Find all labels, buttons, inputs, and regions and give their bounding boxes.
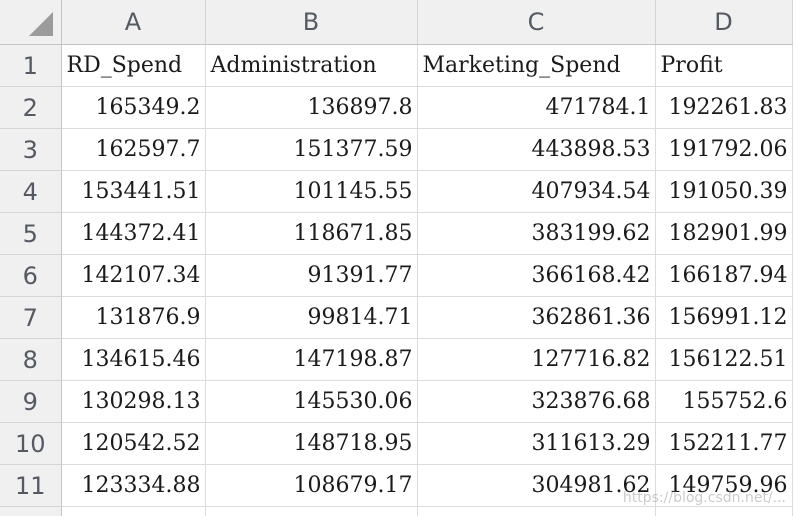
table-row: 2 165349.2 136897.8 471784.1 192261.83 xyxy=(0,86,793,129)
cell[interactable]: 407934.54 xyxy=(417,170,656,213)
select-all-triangle-icon xyxy=(28,12,53,36)
table-row: 3 162597.7 151377.59 443898.53 191792.06 xyxy=(0,128,793,171)
cell[interactable]: 304981.62 xyxy=(417,464,656,507)
column-header-row: A B C D xyxy=(0,0,793,45)
row-header[interactable]: 3 xyxy=(0,128,62,171)
cell[interactable]: 142107.34 xyxy=(61,254,206,297)
column-header-d[interactable]: D xyxy=(655,0,793,45)
row-header[interactable]: 9 xyxy=(0,380,62,423)
cell[interactable]: 118671.85 xyxy=(205,212,418,255)
cell[interactable]: 144372.41 xyxy=(61,212,206,255)
cell[interactable]: 145530.06 xyxy=(205,380,418,423)
cell[interactable]: Profit xyxy=(655,44,793,87)
cell[interactable]: 155752.6 xyxy=(655,380,793,423)
cell[interactable]: 362861.36 xyxy=(417,296,656,339)
cell[interactable]: 101145.55 xyxy=(205,170,418,213)
cell[interactable]: 156991.12 xyxy=(655,296,793,339)
cell[interactable] xyxy=(205,506,418,516)
cell[interactable]: 149759.96 xyxy=(655,464,793,507)
cell[interactable]: RD_Spend xyxy=(61,44,206,87)
table-row: 9 130298.13 145530.06 323876.68 155752.6 xyxy=(0,380,793,423)
cell[interactable]: 383199.62 xyxy=(417,212,656,255)
cell[interactable]: 443898.53 xyxy=(417,128,656,171)
cell[interactable]: 134615.46 xyxy=(61,338,206,381)
cell[interactable]: 162597.7 xyxy=(61,128,206,171)
column-header-c[interactable]: C xyxy=(417,0,656,45)
cell[interactable]: 120542.52 xyxy=(61,422,206,465)
table-row: 4 153441.51 101145.55 407934.54 191050.3… xyxy=(0,170,793,213)
select-all-button[interactable] xyxy=(0,0,62,45)
spreadsheet: A B C D 1 RD_Spend Administration Market… xyxy=(0,0,798,516)
column-header-a[interactable]: A xyxy=(61,0,206,45)
cell[interactable]: 130298.13 xyxy=(61,380,206,423)
cell[interactable]: 127716.82 xyxy=(417,338,656,381)
table-row: 6 142107.34 91391.77 366168.42 166187.94 xyxy=(0,254,793,297)
cell[interactable]: 99814.71 xyxy=(205,296,418,339)
row-header[interactable] xyxy=(0,506,62,516)
cell[interactable]: 152211.77 xyxy=(655,422,793,465)
cell[interactable] xyxy=(61,506,206,516)
table-row: 1 RD_Spend Administration Marketing_Spen… xyxy=(0,44,793,87)
cell[interactable] xyxy=(417,506,656,516)
table-row: 10 120542.52 148718.95 311613.29 152211.… xyxy=(0,422,793,465)
cell[interactable]: 156122.51 xyxy=(655,338,793,381)
cell[interactable]: 151377.59 xyxy=(205,128,418,171)
cell[interactable]: 147198.87 xyxy=(205,338,418,381)
cell[interactable]: 311613.29 xyxy=(417,422,656,465)
cell[interactable] xyxy=(655,506,793,516)
cell[interactable]: 166187.94 xyxy=(655,254,793,297)
table-row: 11 123334.88 108679.17 304981.62 149759.… xyxy=(0,464,793,507)
cell[interactable]: 136897.8 xyxy=(205,86,418,129)
row-header[interactable]: 11 xyxy=(0,464,62,507)
cell[interactable]: 191050.39 xyxy=(655,170,793,213)
cell[interactable]: 148718.95 xyxy=(205,422,418,465)
table-row: 8 134615.46 147198.87 127716.82 156122.5… xyxy=(0,338,793,381)
cell[interactable]: 192261.83 xyxy=(655,86,793,129)
cell[interactable]: 108679.17 xyxy=(205,464,418,507)
cell[interactable]: 182901.99 xyxy=(655,212,793,255)
cell[interactable]: 471784.1 xyxy=(417,86,656,129)
row-header[interactable]: 7 xyxy=(0,296,62,339)
row-header[interactable]: 8 xyxy=(0,338,62,381)
row-header[interactable]: 1 xyxy=(0,44,62,87)
cell[interactable]: 165349.2 xyxy=(61,86,206,129)
row-header[interactable]: 5 xyxy=(0,212,62,255)
spreadsheet-grid: A B C D 1 RD_Spend Administration Market… xyxy=(0,0,793,516)
cell[interactable]: Marketing_Spend xyxy=(417,44,656,87)
row-header[interactable]: 6 xyxy=(0,254,62,297)
row-header[interactable]: 4 xyxy=(0,170,62,213)
cell[interactable]: 366168.42 xyxy=(417,254,656,297)
column-header-b[interactable]: B xyxy=(205,0,418,45)
row-header[interactable]: 2 xyxy=(0,86,62,129)
cell[interactable]: 91391.77 xyxy=(205,254,418,297)
cell[interactable]: Administration xyxy=(205,44,418,87)
table-row-partial xyxy=(0,506,793,516)
table-row: 5 144372.41 118671.85 383199.62 182901.9… xyxy=(0,212,793,255)
cell[interactable]: 323876.68 xyxy=(417,380,656,423)
cell[interactable]: 123334.88 xyxy=(61,464,206,507)
cell[interactable]: 153441.51 xyxy=(61,170,206,213)
cell[interactable]: 191792.06 xyxy=(655,128,793,171)
row-header[interactable]: 10 xyxy=(0,422,62,465)
cell[interactable]: 131876.9 xyxy=(61,296,206,339)
table-row: 7 131876.9 99814.71 362861.36 156991.12 xyxy=(0,296,793,339)
